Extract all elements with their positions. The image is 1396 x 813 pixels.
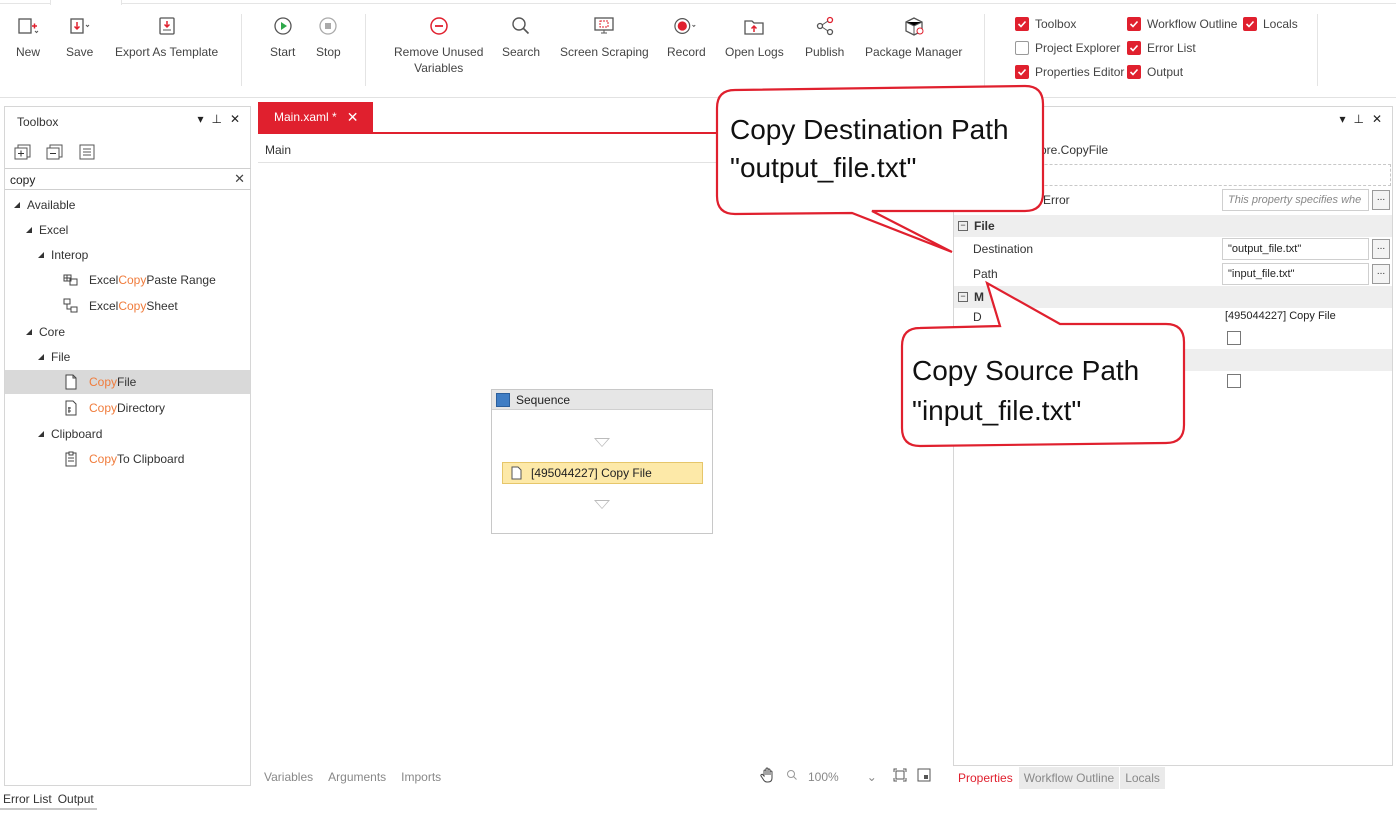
destination-callout-line-1: Copy Destination Path — [730, 114, 1009, 145]
source-callout-line-1: Copy Source Path — [912, 355, 1140, 386]
callout-balloons — [715, 84, 1186, 448]
source-callout-line-2: "input_file.txt" — [912, 395, 1082, 426]
destination-callout-line-2: "output_file.txt" — [730, 152, 917, 183]
